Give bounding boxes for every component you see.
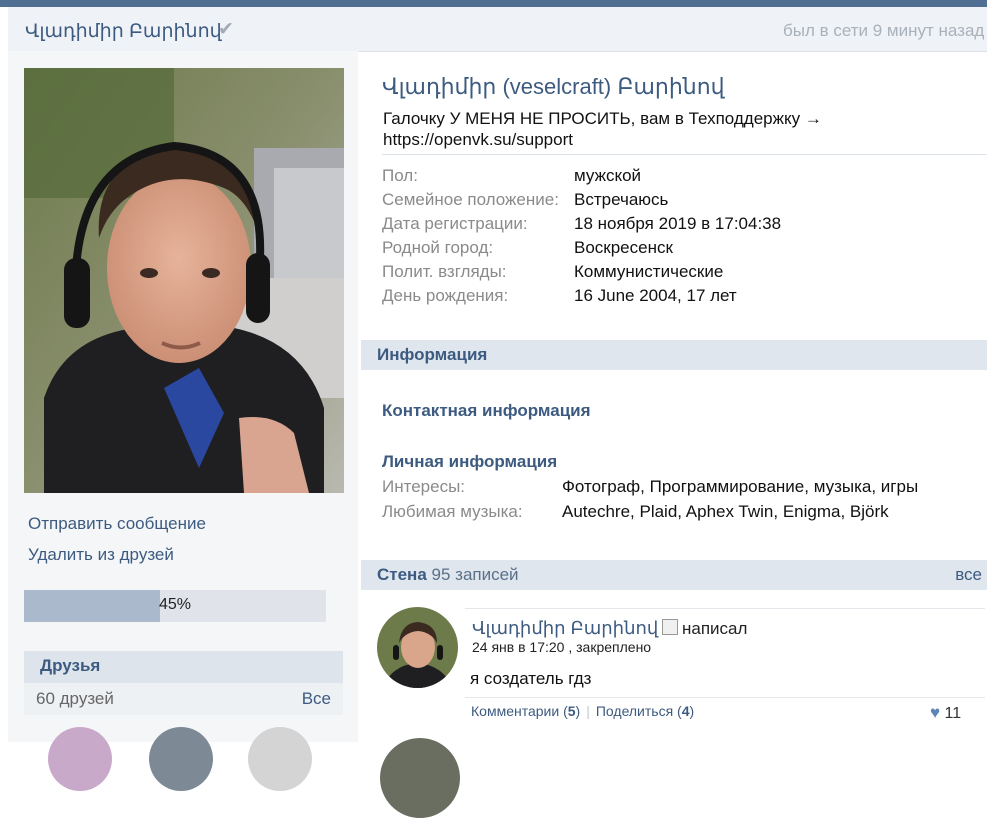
post-actions: Комментарии (5) | Поделиться (4) bbox=[471, 703, 694, 719]
post-author-avatar[interactable] bbox=[380, 738, 460, 818]
friends-subheader: 60 друзей Все bbox=[24, 683, 343, 715]
page-header: Վլադիմիր Բարինով ✔ был в сети 9 минут на… bbox=[8, 7, 987, 52]
interests-value: Фотограф, Программирование, музыка, игры bbox=[562, 477, 919, 496]
field-label: Семейное положение: bbox=[382, 190, 559, 209]
profile-status: Галочку У МЕНЯ НЕ ПРОСИТЬ, вам в Техподд… bbox=[383, 109, 822, 149]
music-value: Autechre, Plaid, Aphex Twin, Enigma, Bjö… bbox=[562, 502, 889, 521]
post-author-avatar[interactable] bbox=[377, 607, 458, 688]
profile-full-name: Վլադիմիր (veselcraft) Բարինով bbox=[382, 74, 725, 99]
comments-label: Комментарии bbox=[471, 703, 560, 719]
info-title: Информация bbox=[377, 345, 488, 364]
post-divider bbox=[465, 697, 985, 698]
share-label: Поделиться bbox=[595, 703, 674, 719]
send-message-link[interactable]: Отправить сообщение bbox=[28, 514, 206, 534]
divider bbox=[382, 154, 987, 155]
separator: | bbox=[586, 703, 590, 719]
field-value: мужской bbox=[574, 166, 642, 185]
field-label: Дата регистрации: bbox=[382, 214, 528, 233]
friends-count: 60 друзей bbox=[36, 689, 114, 708]
field-value: Встречаюсь bbox=[574, 190, 669, 209]
top-bar bbox=[0, 0, 987, 7]
field-label: День рождения: bbox=[382, 286, 509, 305]
friends-all-link[interactable]: Все bbox=[302, 689, 331, 709]
field-value: Коммунистические bbox=[574, 262, 724, 281]
header-name[interactable]: Վլադիմիր Բարինով bbox=[25, 20, 222, 43]
contact-info-title: Контактная информация bbox=[382, 401, 591, 420]
wall-title-text: Стена bbox=[377, 565, 427, 584]
checkmark-icon: ✔ bbox=[218, 19, 234, 40]
wall-header: Стена 95 записей все bbox=[361, 560, 987, 590]
progress-label: 45% bbox=[158, 596, 192, 613]
share-link[interactable]: Поделиться (4) bbox=[596, 703, 694, 719]
field-value: Воскресенск bbox=[574, 238, 673, 257]
likes-count: 11 bbox=[944, 705, 962, 722]
post-wrote-label: написал bbox=[682, 619, 748, 638]
heart-icon: ♥ bbox=[930, 703, 941, 722]
share-count: 4 bbox=[681, 703, 690, 719]
info-section-header[interactable]: Информация bbox=[361, 340, 987, 370]
wall-title: Стена 95 записей bbox=[377, 565, 519, 585]
post-meta: 24 янв в 17:20 , закреплено bbox=[472, 639, 652, 655]
comments-count: 5 bbox=[567, 703, 576, 719]
post-author-name[interactable]: Վլադիմիր Բարինով bbox=[472, 618, 658, 639]
field-label: Родной город: bbox=[382, 238, 494, 257]
music-label: Любимая музыка: bbox=[382, 502, 523, 521]
profile-photo[interactable] bbox=[24, 68, 344, 493]
friends-header: Друзья bbox=[24, 651, 343, 683]
comments-link[interactable]: Комментарии (5) bbox=[471, 703, 580, 719]
interests-label: Интересы: bbox=[382, 477, 466, 496]
field-value: 16 June 2004, 17 лет bbox=[574, 286, 737, 305]
online-status: был в сети 9 минут назад bbox=[783, 21, 985, 40]
remove-friend-link[interactable]: Удалить из друзей bbox=[28, 545, 174, 565]
field-label: Пол: bbox=[382, 166, 418, 185]
wall-all-link[interactable]: все bbox=[955, 565, 982, 585]
field-value: 18 ноября 2019 в 17:04:38 bbox=[574, 214, 782, 233]
friends-title: Друзья bbox=[40, 656, 101, 675]
personal-info-title: Личная информация bbox=[382, 452, 558, 471]
post-divider bbox=[465, 608, 985, 609]
field-label: Полит. взгляды: bbox=[382, 262, 507, 281]
friend-avatar[interactable] bbox=[149, 727, 213, 791]
device-icon bbox=[662, 619, 678, 635]
like-button[interactable]: ♥ 11 bbox=[930, 703, 961, 723]
wall-count: 95 записей bbox=[431, 565, 519, 584]
profile-completeness-bar: 45% bbox=[24, 590, 326, 622]
friend-avatar[interactable] bbox=[248, 727, 312, 791]
post-text: я создатель гдз bbox=[470, 669, 592, 688]
friend-avatar[interactable] bbox=[48, 727, 112, 791]
